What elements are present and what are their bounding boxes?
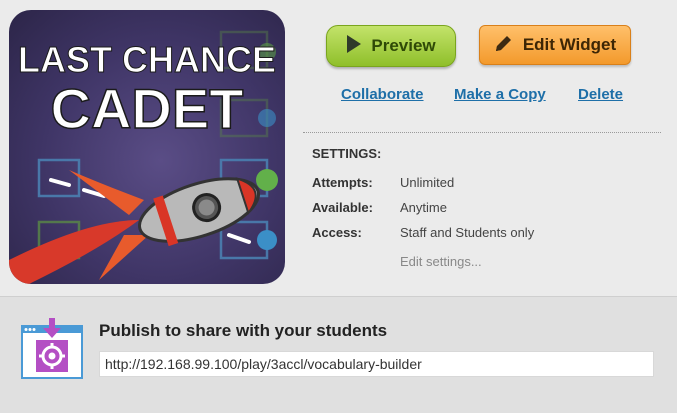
art-title-line1: LAST CHANCE bbox=[18, 39, 276, 80]
widget-artwork: LAST CHANCE CADET bbox=[9, 10, 285, 284]
settings-label: Access: bbox=[312, 225, 362, 240]
preview-button[interactable]: Preview bbox=[326, 25, 456, 67]
settings-value: Anytime bbox=[400, 200, 447, 215]
edit-widget-label: Edit Widget bbox=[522, 35, 617, 54]
widget-detail-panel: LAST CHANCE CADET Preview Edit Widget Co… bbox=[0, 0, 677, 296]
delete-link[interactable]: Delete bbox=[578, 86, 623, 103]
play-icon bbox=[346, 34, 362, 59]
preview-label: Preview bbox=[371, 36, 436, 55]
settings-value: Staff and Students only bbox=[400, 225, 535, 240]
publish-url-field[interactable]: http://192.168.99.100/play/3accl/vocabul… bbox=[99, 351, 654, 377]
publish-title: Publish to share with your students bbox=[99, 321, 388, 340]
make-copy-link[interactable]: Make a Copy bbox=[454, 86, 546, 103]
publish-window-icon bbox=[20, 318, 84, 380]
settings-value: Unlimited bbox=[400, 175, 455, 190]
collaborate-link[interactable]: Collaborate bbox=[341, 86, 424, 103]
settings-title: SETTINGS: bbox=[312, 146, 382, 161]
pencil-icon bbox=[494, 33, 514, 58]
settings-divider bbox=[303, 132, 661, 133]
edit-settings-link[interactable]: Edit settings... bbox=[400, 254, 482, 269]
edit-widget-button[interactable]: Edit Widget bbox=[479, 25, 631, 65]
art-title-line2: CADET bbox=[51, 77, 244, 140]
settings-label: Available: bbox=[312, 200, 373, 215]
settings-label: Attempts: bbox=[312, 175, 373, 190]
